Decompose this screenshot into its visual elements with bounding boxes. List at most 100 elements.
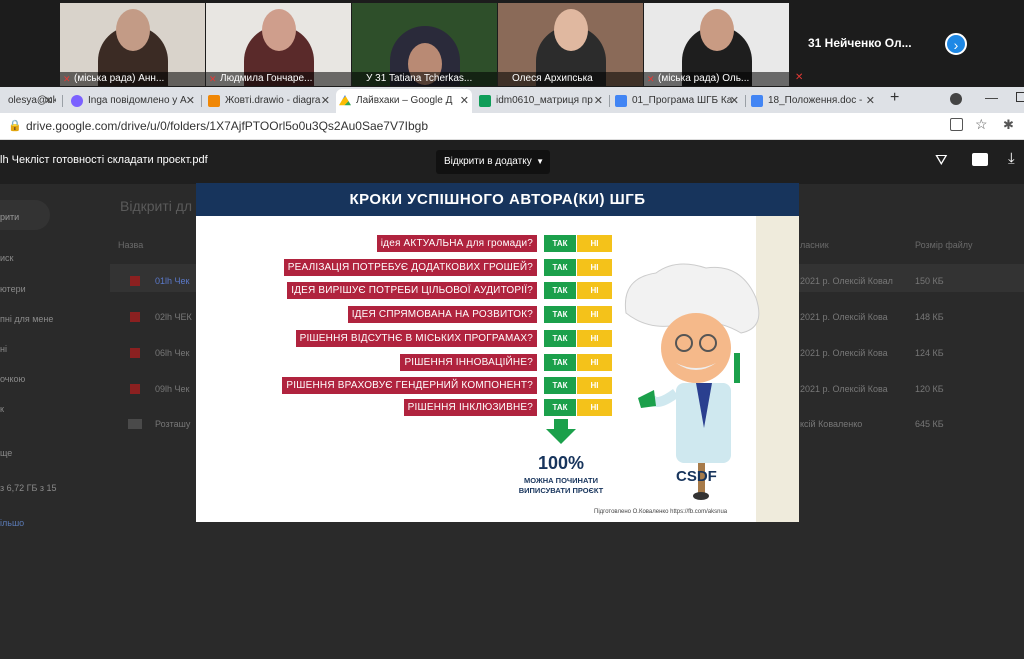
open-with-button[interactable]: Відкрити в додатку ▼ <box>436 150 550 174</box>
file-size: 124 КБ <box>915 348 944 358</box>
participant-tile-5[interactable]: ✕ (міська рада) Оль... <box>644 3 789 86</box>
file-name: 06lh Чек <box>155 348 190 358</box>
file-modified: 2021 р. Олексій Кова <box>800 384 888 394</box>
drawio-icon <box>208 95 220 107</box>
mic-muted-icon: ✕ <box>63 74 71 84</box>
participant-name: (міська рада) Оль... <box>658 73 750 84</box>
close-icon[interactable]: ✕ <box>730 89 739 113</box>
print-icon[interactable] <box>972 153 988 166</box>
maximize-button[interactable] <box>1016 92 1024 102</box>
no-label: НІ <box>577 377 612 394</box>
file-size: 148 КБ <box>915 312 944 322</box>
no-label: НІ <box>577 399 612 416</box>
tab-label: Лайвхаки – Google Д <box>356 95 453 106</box>
mic-muted-icon: ✕ <box>647 74 655 84</box>
close-icon[interactable]: ✕ <box>460 89 469 113</box>
section-title: Відкриті дл <box>120 198 193 214</box>
no-label: НІ <box>577 306 612 323</box>
yes-label: ТАК <box>544 354 576 371</box>
tab-5[interactable]: idm0610_матриця пр ✕ <box>476 89 606 113</box>
participant-tile-3[interactable]: У 31 Tatiana Tcherkas... <box>352 3 497 86</box>
csdf-logo: CSDF <box>676 468 717 485</box>
participant-name: Олеся Архипська <box>512 73 593 84</box>
extensions-icon[interactable]: ✱ <box>1003 117 1014 133</box>
close-icon[interactable]: ✕ <box>44 89 53 113</box>
yes-label: ТАК <box>544 306 576 323</box>
question-8: РІШЕННЯ ІНКЛЮЗИВНЕ? <box>403 399 537 416</box>
open-with-label: Відкрити в додатку <box>444 156 532 167</box>
buy-storage-link[interactable]: ільшо <box>0 518 24 528</box>
sidebar-item[interactable]: к <box>0 404 4 414</box>
add-to-drive-icon[interactable]: ⛛ <box>935 152 948 169</box>
sidebar-item[interactable]: очкою <box>0 374 25 384</box>
pdf-icon <box>130 312 140 322</box>
sidebar-item[interactable]: ні <box>0 344 7 354</box>
url-field[interactable]: drive.google.com/drive/u/0/folders/1X7Aj… <box>26 119 428 133</box>
participant-tile-1[interactable]: ✕ (міська рада) Анн... <box>60 3 205 86</box>
slide-credit: Підготовлено О.Коваленко https://fb.com/… <box>594 509 728 515</box>
install-app-icon[interactable] <box>950 118 963 131</box>
no-label: НІ <box>577 259 612 276</box>
pdf-file-title: lh Чекліст готовності складати проєкт.pd… <box>0 154 208 166</box>
sidebar-item[interactable]: ютери <box>0 284 26 294</box>
sidebar-item[interactable]: иск <box>0 253 13 263</box>
address-bar: 🔒 drive.google.com/drive/u/0/folders/1X7… <box>0 113 1024 140</box>
tab-label: 01_Програма ШГБ Ка <box>632 95 733 106</box>
tab-4-active[interactable]: Лайвхаки – Google Д ✕ <box>336 89 472 113</box>
close-icon[interactable]: ✕ <box>321 89 330 113</box>
success-percent: 100% <box>537 453 585 473</box>
sidebar-item[interactable]: ще <box>0 448 12 458</box>
yes-label: ТАК <box>544 399 576 416</box>
no-label: НІ <box>577 354 612 371</box>
file-name: 01lh Чек <box>155 276 190 286</box>
participant-name: У 31 Tatiana Tcherkas... <box>366 73 473 84</box>
no-label: НІ <box>577 282 612 299</box>
yes-label: ТАК <box>544 235 576 252</box>
tab-3[interactable]: Жовті.drawio - diagra ✕ <box>205 89 333 113</box>
tab-7[interactable]: 18_Положення.doc - ✕ <box>748 89 878 113</box>
new-tab-button[interactable]: + <box>890 89 899 107</box>
bookmark-star-icon[interactable]: ☆ <box>975 116 988 133</box>
question-4: ІДЕЯ СПРЯМОВАНА НА РОЗВИТОК? <box>347 306 537 323</box>
messenger-icon <box>71 95 83 107</box>
question-1: ідея АКТУАЛЬНА для громади? <box>376 235 537 252</box>
file-modified: 2021 р. Олексій Кова <box>800 348 888 358</box>
no-label: НІ <box>577 330 612 347</box>
minimize-button[interactable]: — <box>985 90 998 105</box>
storage-usage: з 6,72 ГБ з 15 <box>0 483 57 493</box>
file-size: 150 КБ <box>915 276 944 286</box>
tab-1[interactable]: olesya@uk ✕ <box>0 89 56 113</box>
google-docs-icon <box>615 95 627 107</box>
close-icon[interactable]: ✕ <box>186 89 195 113</box>
arrowhead-icon <box>546 429 576 444</box>
google-drive-icon <box>339 95 351 106</box>
participant-name: Людмила Гончаре... <box>220 73 313 84</box>
column-name-header[interactable]: Назва <box>118 240 143 250</box>
download-icon[interactable]: ⤓ <box>1008 150 1015 167</box>
close-icon[interactable]: ✕ <box>594 89 603 113</box>
tab-search-icon[interactable] <box>950 93 962 105</box>
google-sheets-icon <box>479 95 491 107</box>
tab-label: 18_Положення.doc - <box>768 95 863 106</box>
lock-icon: 🔒 <box>8 120 22 132</box>
question-6: РІШЕННЯ ІННОВАЦІЙНЕ? <box>400 354 537 371</box>
chevron-down-icon: ▼ <box>536 157 544 166</box>
file-modified: 2021 р. Олексій Ковал <box>800 276 893 286</box>
participant-tile-2[interactable]: ✕ Людмила Гончаре... <box>206 3 351 86</box>
tab-label: Inga повідомлено у А <box>88 95 187 106</box>
tab-6[interactable]: 01_Програма ШГБ Ка ✕ <box>612 89 742 113</box>
image-file-icon <box>128 419 142 429</box>
mic-muted-icon: ✕ <box>795 72 804 83</box>
sidebar-item[interactable]: пні для мене <box>0 314 53 324</box>
column-owner-header[interactable]: ласник <box>800 240 829 250</box>
next-participants-button[interactable]: › <box>945 33 967 55</box>
tab-2[interactable]: Inga повідомлено у А ✕ <box>68 89 198 113</box>
question-3: ІДЕЯ ВИРІШУЄ ПОТРЕБИ ЦІЛЬОВОЇ АУДИТОРІЇ? <box>287 282 537 299</box>
column-size-header[interactable]: Розмір файлу <box>915 240 973 250</box>
question-5: РІШЕННЯ ВІДСУТНЄ В МІСЬКИХ ПРОГРАМАХ? <box>295 330 537 347</box>
close-icon[interactable]: ✕ <box>866 89 875 113</box>
participant-tile-4[interactable]: Олеся Архипська <box>498 3 643 86</box>
mic-muted-icon: ✕ <box>209 74 217 84</box>
yes-label: ТАК <box>544 377 576 394</box>
sidebar-item[interactable]: рити <box>0 212 19 222</box>
